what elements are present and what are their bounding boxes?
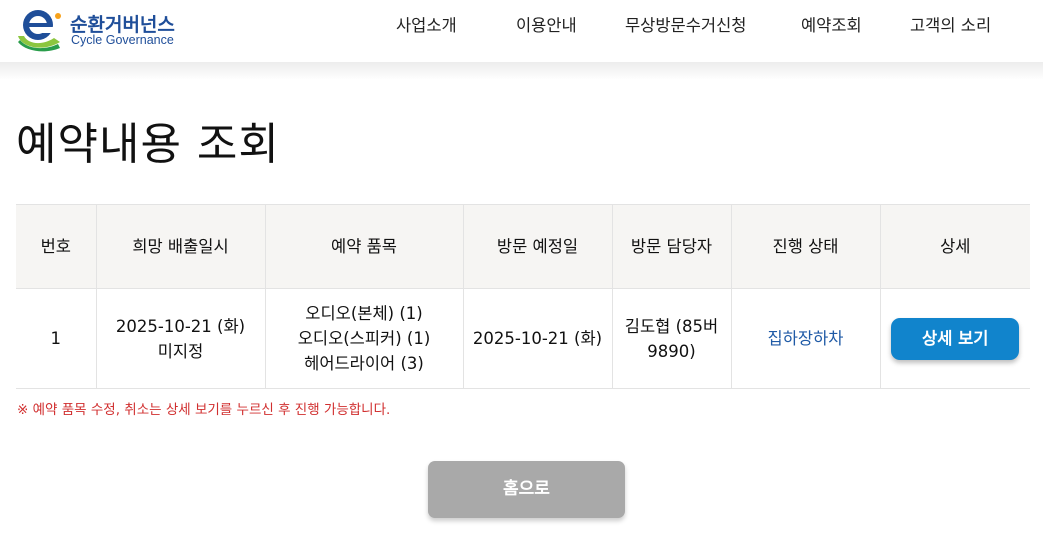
reservation-table: 번호 희망 배출일시 예약 품목 방문 예정일 방문 담당자 진행 상태 상세 … [16, 204, 1030, 389]
table-row: 1 2025-10-21 (화) 미지정 오디오(본체) (1) 오디오(스피커… [16, 288, 1030, 389]
logo-e-icon [18, 10, 61, 52]
site-header: 순환거버넌스 Cycle Governance 사업소개 이용안내 무상방문수거… [0, 0, 1043, 62]
cell-staff: 김도협 (85버9890) [611, 288, 732, 389]
status-text: 집하장하차 [767, 329, 844, 348]
page-title: 예약내용 조회 [16, 119, 280, 170]
nav-business-intro[interactable]: 사업소개 [396, 0, 457, 52]
edit-cancel-notice: ※ 예약 품목 수정, 취소는 상세 보기를 누르신 후 진행 가능합니다. [17, 402, 391, 418]
col-header-number: 번호 [16, 204, 97, 289]
cell-items: 오디오(본체) (1) 오디오(스피커) (1) 헤어드라이어 (3) [264, 288, 464, 389]
brand-subtitle: Cycle Governance [71, 33, 174, 47]
home-button[interactable]: 홈으로 [428, 461, 625, 518]
col-header-items: 예약 품목 [264, 204, 464, 289]
table-header-row: 번호 희망 배출일시 예약 품목 방문 예정일 방문 담당자 진행 상태 상세 [16, 204, 1030, 289]
nav-usage-guide[interactable]: 이용안내 [516, 0, 577, 52]
nav-reservation-lookup[interactable]: 예약조회 [801, 0, 862, 52]
item-entry: 헤어드라이어 (3) [304, 354, 424, 373]
cell-requested-date: 2025-10-21 (화) 미지정 [95, 288, 266, 389]
col-header-status: 진행 상태 [730, 204, 881, 289]
cell-detail: 상세 보기 [879, 288, 1030, 389]
site-logo[interactable]: 순환거버넌스 Cycle Governance [14, 6, 204, 52]
item-entry: 오디오(스피커) (1) [297, 329, 431, 348]
item-entry: 오디오(본체) (1) [305, 304, 423, 323]
col-header-staff: 방문 담당자 [611, 204, 732, 289]
nav-customer-voice[interactable]: 고객의 소리 [910, 0, 991, 52]
requested-time-text: 미지정 [157, 341, 204, 361]
cell-visit-date: 2025-10-21 (화) [462, 288, 613, 389]
requested-date-text: 2025-10-21 (화) [115, 316, 246, 336]
nav-free-pickup-request[interactable]: 무상방문수거신청 [625, 0, 746, 52]
col-header-detail: 상세 [879, 204, 1030, 289]
col-header-visit-date: 방문 예정일 [462, 204, 613, 289]
col-header-requested-date: 희망 배출일시 [95, 204, 266, 289]
cell-status: 집하장하차 [730, 288, 881, 389]
header-shadow [0, 62, 1043, 80]
cell-number: 1 [16, 288, 97, 389]
view-detail-button[interactable]: 상세 보기 [891, 317, 1020, 360]
